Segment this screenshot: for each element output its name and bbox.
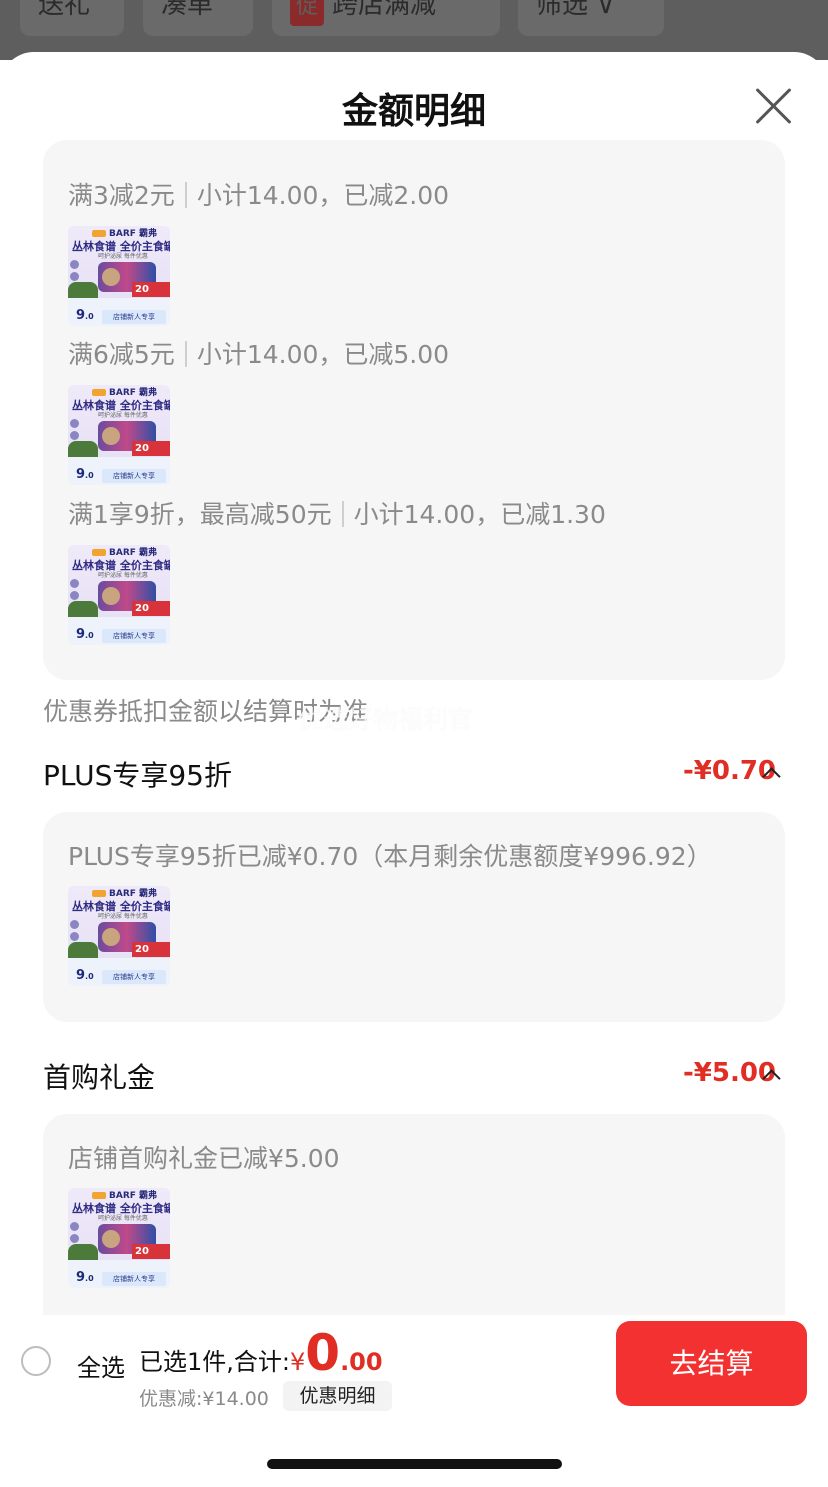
- bg-chip-gift: 送礼: [20, 0, 124, 36]
- filter-icon: ⊽: [596, 0, 616, 20]
- total-amount: 0: [305, 1324, 341, 1382]
- first-buy-section-title: 首购礼金: [43, 1061, 156, 1094]
- product-thumbnail[interactable]: BARF 霸弗 丛林食谱 全价主食罐 呵护泌尿 每件优惠 20 9.0 店铺新人…: [68, 226, 170, 326]
- bg-chip-bundle: 凑单: [143, 0, 253, 36]
- bg-chip-cross-store: 促跨店满减: [272, 0, 500, 36]
- promotion-line-3: 满1享9折，最高减50元 小计14.00，已减1.30: [68, 500, 606, 529]
- plus-section-amount[interactable]: -¥0.70: [683, 756, 776, 786]
- first-buy-section-amount[interactable]: -¥5.00: [683, 1058, 776, 1088]
- product-thumbnail[interactable]: BARF 霸弗 丛林食谱 全价主食罐 呵护泌尿 每件优惠 20 9.0 店铺新人…: [68, 545, 170, 645]
- product-thumbnail[interactable]: BARF 霸弗 丛林食谱 全价主食罐 呵护泌尿 每件优惠 20 9.0 店铺新人…: [68, 1188, 170, 1288]
- select-all-radio[interactable]: [21, 1346, 51, 1376]
- product-thumbnail[interactable]: BARF 霸弗 丛林食谱 全价主食罐 呵护泌尿 每件优惠 20 9.0 店铺新人…: [68, 385, 170, 485]
- discount-detail-button[interactable]: 优惠明细: [283, 1381, 392, 1411]
- sheet-title: 金额明细: [341, 91, 486, 132]
- plus-detail-text: PLUS专享95折已减¥0.70（本月剩余优惠额度¥996.92）: [68, 842, 712, 871]
- close-icon[interactable]: [752, 84, 796, 128]
- first-buy-detail-text: 店铺首购礼金已减¥5.00: [68, 1144, 340, 1173]
- plus-section-title: PLUS专享95折: [43, 759, 232, 792]
- product-thumbnail[interactable]: BARF 霸弗 丛林食谱 全价主食罐 呵护泌尿 每件优惠 20 9.0 店铺新人…: [68, 886, 170, 986]
- checkout-button[interactable]: 去结算: [616, 1321, 807, 1406]
- select-all-label[interactable]: 全选: [77, 1348, 125, 1383]
- watermark: 优选好物福利官: [298, 705, 474, 734]
- promotion-line-1: 满3减2元 小计14.00，已减2.00: [68, 181, 450, 210]
- bg-chip-filter: 筛选 ⊽: [518, 0, 664, 36]
- promotion-line-2: 满6减5元 小计14.00，已减5.00: [68, 340, 450, 369]
- discount-total: 优惠减:¥14.00: [139, 1388, 269, 1410]
- promo-badge: 促: [290, 0, 325, 26]
- amount-detail-sheet: 金额明细 满3减2元 小计14.00，已减2.00 BARF 霸弗 丛林食谱 全价…: [0, 52, 828, 1487]
- home-indicator[interactable]: [267, 1459, 562, 1469]
- total-summary: 已选1件,合计:¥0.00: [139, 1324, 383, 1382]
